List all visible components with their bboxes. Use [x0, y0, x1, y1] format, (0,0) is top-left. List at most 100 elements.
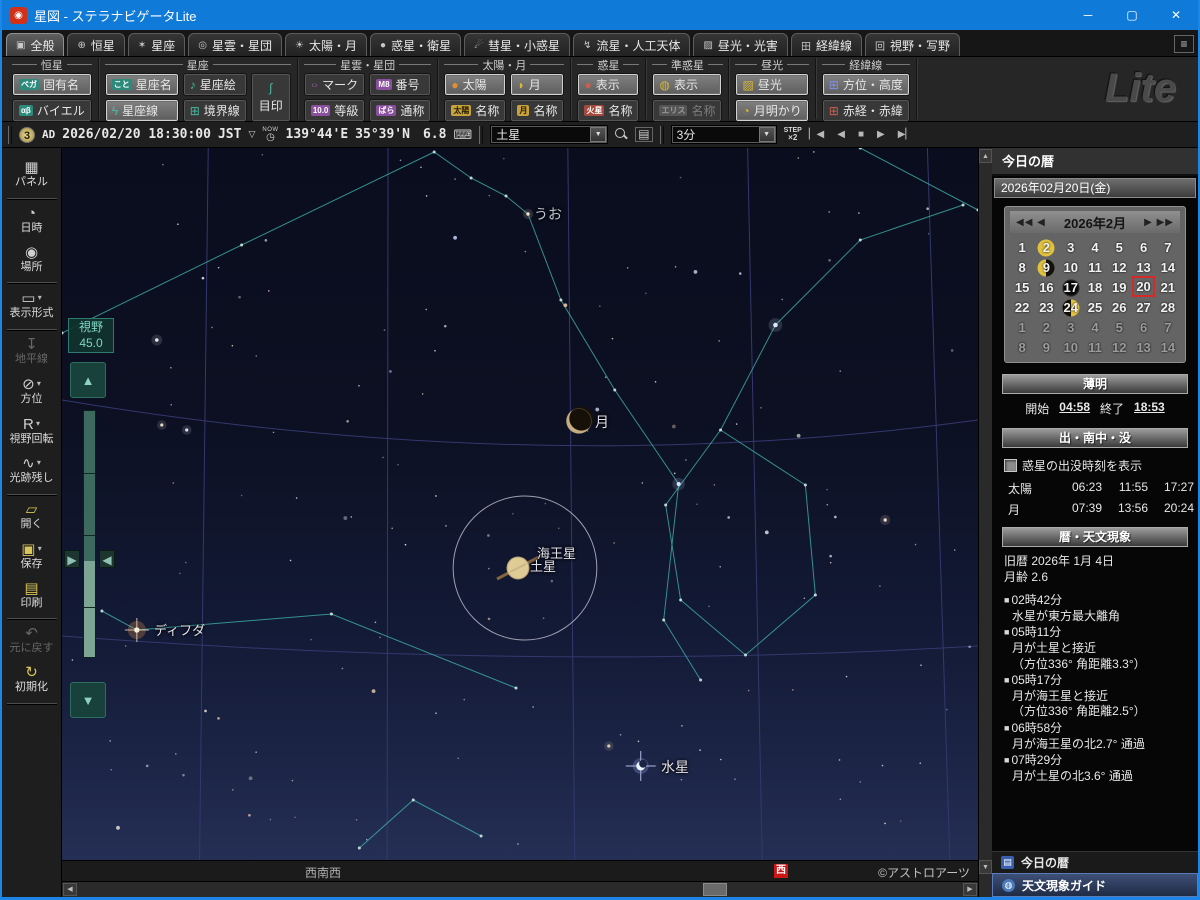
calendar-day[interactable]: 9 [1034, 338, 1058, 357]
calendar-day[interactable]: 5 [1107, 238, 1131, 257]
calendar-day[interactable]: 19 [1107, 278, 1131, 297]
panel-tab-phenomena-guide[interactable]: ◍ 天文現象ガイド [992, 873, 1198, 897]
proper-name-button[interactable]: ペガ固有名 [12, 73, 92, 96]
tab-general[interactable]: ▣全般 [6, 33, 64, 56]
calendar-day[interactable]: 8 [1010, 338, 1034, 357]
sidebar-item-panel[interactable]: ▦パネル [4, 156, 60, 195]
calendar-day[interactable]: 10 [1059, 338, 1083, 357]
calendar-day[interactable]: 8 [1010, 258, 1034, 277]
calendar-day[interactable]: 3 [1059, 238, 1083, 257]
sidebar-item-light-trail[interactable]: ∿ ▾光跡残し [4, 451, 60, 491]
timezone-label[interactable]: JST [218, 127, 241, 142]
play-forward-button[interactable]: ▶ [877, 129, 885, 140]
constellation-name-button[interactable]: こと星座名 [105, 73, 179, 96]
calendar-day[interactable]: 1 [1010, 318, 1034, 337]
sidebar-item-location[interactable]: ◉場所 [4, 241, 60, 280]
sidebar-item-save[interactable]: ▣ ▾保存 [4, 537, 60, 577]
sidebar-item-datetime[interactable]: ◔日時 [4, 202, 60, 241]
calendar-day[interactable]: 2 [1034, 318, 1058, 337]
direction-badge[interactable]: 西 [774, 864, 788, 878]
clock-badge[interactable]: 3 [19, 127, 35, 143]
tab-sun-moon[interactable]: ☀太陽・月 [285, 33, 367, 56]
scroll-right-icon[interactable]: ▶ [963, 883, 977, 896]
twilight-start-time[interactable]: 04:58 [1059, 400, 1090, 417]
calendar-day[interactable]: 25 [1083, 298, 1107, 317]
target-select[interactable]: 土星 ▼ [490, 125, 608, 144]
calendar-day[interactable]: 17 [1059, 278, 1083, 297]
calendar-day[interactable]: 6 [1131, 318, 1155, 337]
calendar-next-buttons[interactable]: ▶ ▶▶ [1144, 217, 1174, 228]
maximize-button[interactable]: ▢ [1110, 0, 1154, 30]
calendar-day[interactable]: 14 [1156, 258, 1180, 277]
datetime-value[interactable]: 2026/02/20 18:30:00 [62, 127, 211, 142]
calendar-day[interactable]: 7 [1156, 318, 1180, 337]
chevron-down-icon[interactable]: ▼ [759, 127, 775, 142]
bayer-button[interactable]: αβバイエル [12, 99, 92, 122]
calendar-day[interactable]: 4 [1083, 318, 1107, 337]
search-icon[interactable] [615, 128, 628, 141]
horizontal-scroll-thumb[interactable] [703, 883, 727, 896]
zoom-slider-handle[interactable]: ▶ [64, 550, 80, 568]
calendar-day[interactable]: 18 [1083, 278, 1107, 297]
minimize-button[interactable]: ─ [1066, 0, 1110, 30]
azimuth-altitude-button[interactable]: ⊞方位・高度 [822, 73, 910, 96]
zoom-in-button[interactable]: ▲ [70, 362, 106, 398]
calendar-day[interactable]: 23 [1034, 298, 1058, 317]
chevron-down-icon[interactable]: ▼ [590, 127, 606, 142]
zoom-slider-track[interactable] [83, 410, 96, 658]
toolbar-grip[interactable] [660, 126, 664, 144]
horizontal-scrollbar[interactable]: ◀ ▶ [62, 881, 978, 897]
moonlight-button[interactable]: ◔月明かり [735, 99, 808, 122]
tab-fixed-stars[interactable]: ⊕恒星 [67, 33, 124, 56]
calendar-day[interactable]: 6 [1131, 238, 1155, 257]
sidebar-item-fov-rotation[interactable]: R ▾視野回転 [4, 412, 60, 452]
calendar-day[interactable]: 12 [1107, 258, 1131, 277]
now-clock-icon[interactable]: NOW◷ [262, 127, 278, 143]
timezone-dropdown-icon[interactable]: ▽ [248, 129, 255, 140]
calendar-day[interactable]: 22 [1010, 298, 1034, 317]
calendar-day[interactable]: 11 [1083, 258, 1107, 277]
tab-comets[interactable]: ☄彗星・小惑星 [464, 33, 570, 56]
moon-display-button[interactable]: ◗月 [510, 73, 564, 96]
calendar-day[interactable]: 4 [1083, 238, 1107, 257]
calendar-day[interactable]: 27 [1131, 298, 1155, 317]
toolbar-grip[interactable] [479, 126, 483, 144]
skip-to-end-button[interactable]: ▶▏ [898, 129, 913, 140]
longitude-value[interactable]: 139°44'E [286, 127, 349, 142]
panel-tab-today-calendar[interactable]: ▤ 今日の暦 [992, 851, 1198, 873]
show-planet-times-checkbox[interactable] [1004, 459, 1017, 472]
calendar-day[interactable]: 5 [1107, 318, 1131, 337]
tab-grid-lines[interactable]: 田経緯線 [791, 33, 862, 56]
sun-name-button[interactable]: 太陽名称 [444, 99, 506, 122]
calendar-day[interactable]: 14 [1156, 338, 1180, 357]
calendar-day[interactable]: 16 [1034, 278, 1058, 297]
calendar-day[interactable]: 20 [1131, 278, 1155, 297]
vertical-scrollbar[interactable]: ▲ ▼ [978, 148, 992, 897]
calendar-day[interactable]: 2 [1034, 238, 1058, 257]
latitude-value[interactable]: 35°39'N [355, 127, 410, 142]
twilight-end-time[interactable]: 18:53 [1134, 400, 1165, 417]
time-step-select[interactable]: 3分 ▼ [671, 125, 777, 144]
zoom-out-button[interactable]: ▼ [70, 682, 106, 718]
calendar-day[interactable]: 12 [1107, 338, 1131, 357]
list-icon[interactable]: ▤ [635, 127, 652, 142]
calendar-day[interactable]: 9 [1034, 258, 1058, 277]
landmark-button[interactable]: ∫目印 [251, 73, 291, 122]
tab-constellation[interactable]: ✶星座 [128, 33, 185, 56]
moon-name-button[interactable]: 月名称 [510, 99, 564, 122]
calendar-day[interactable]: 3 [1059, 318, 1083, 337]
dwarf-display-button[interactable]: ◍表示 [652, 73, 722, 96]
calendar-day[interactable]: 26 [1107, 298, 1131, 317]
calendar-day[interactable]: 28 [1156, 298, 1180, 317]
tab-meteors[interactable]: ↯流星・人工天体 [573, 33, 690, 56]
tab-nebula[interactable]: ◎星雲・星団 [188, 33, 282, 56]
tab-field-of-view[interactable]: 回視野・写野 [865, 33, 960, 56]
calendar-day[interactable]: 13 [1131, 258, 1155, 277]
zoom-slider-handle[interactable]: ◀ [99, 550, 115, 568]
skip-to-start-button[interactable]: ▏◀ [809, 129, 824, 140]
calendar-day[interactable]: 15 [1010, 278, 1034, 297]
keyboard-icon[interactable]: ⌨ [453, 127, 472, 143]
calendar-day[interactable]: 7 [1156, 238, 1180, 257]
sky-view[interactable]: うお 月 海王星 土星 ディフダ 水星 視野 45.0 ▲ ▶ ◀ [62, 148, 978, 860]
sidebar-item-display-format[interactable]: ▭ ▾表示形式 [4, 286, 60, 326]
